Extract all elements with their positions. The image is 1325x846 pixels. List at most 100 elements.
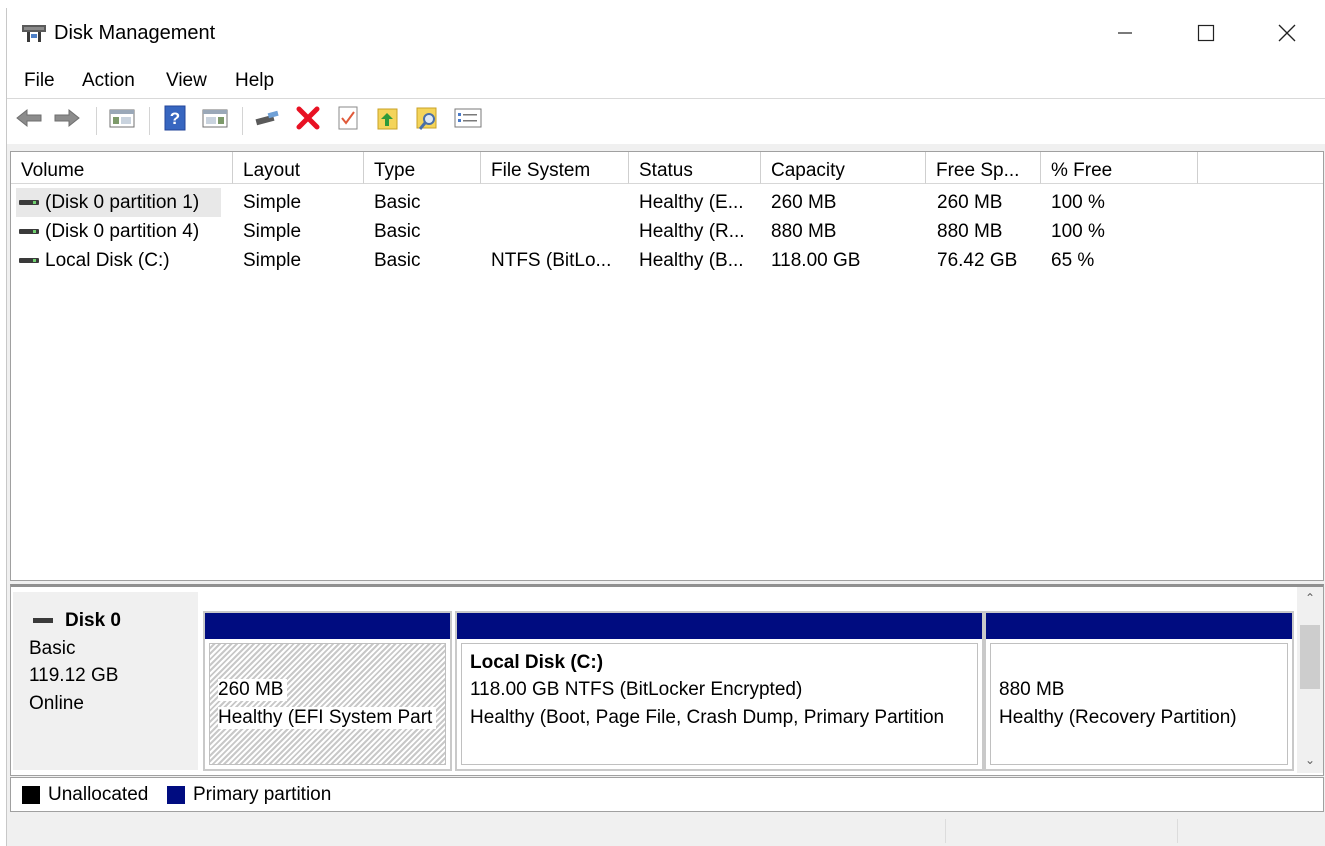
close-button[interactable] — [1251, 14, 1323, 56]
volume-list: Volume Layout Type File System Status Ca… — [10, 151, 1324, 581]
partition-body: 260 MB Healthy (EFI System Part — [209, 643, 446, 765]
partition-bar — [205, 613, 450, 639]
menu-action[interactable]: Action — [82, 70, 135, 92]
title-bar: Disk Management — [7, 8, 1325, 60]
column-header-file-system[interactable]: File System — [481, 152, 629, 184]
back-arrow-icon — [15, 107, 43, 134]
forward-arrow-icon — [53, 107, 81, 134]
legend-swatch-primary — [167, 786, 185, 804]
partition-size: 260 MB — [218, 679, 288, 701]
table-row[interactable]: (Disk 0 partition 4) Simple Basic Health… — [11, 217, 1311, 246]
export-list-button[interactable] — [374, 106, 402, 134]
column-header-empty — [1198, 152, 1323, 184]
cell-volume: Local Disk (C:) — [45, 250, 170, 271]
help-icon: ? — [164, 105, 186, 136]
cell-layout: Simple — [243, 221, 302, 242]
partition-efi[interactable]: 260 MB Healthy (EFI System Part — [203, 611, 452, 771]
disk-graphical-view: Disk 0 Basic 119.12 GB Online 260 MB Hea… — [10, 584, 1324, 776]
vertical-scrollbar[interactable]: ⌃ ⌄ — [1297, 587, 1323, 773]
cell-layout: Simple — [243, 250, 302, 271]
cell-capacity: 260 MB — [771, 192, 837, 213]
cell-percent-free: 100 % — [1051, 192, 1105, 213]
partition-name: Local Disk (C:) — [470, 652, 604, 673]
disk-management-app-icon — [21, 22, 47, 46]
menu-bar: File Action View Help — [7, 60, 1325, 99]
cell-free-space: 76.42 GB — [937, 250, 1018, 271]
action-pane-icon — [202, 107, 228, 134]
delete-button[interactable] — [294, 106, 322, 134]
table-row[interactable]: Local Disk (C:) Simple Basic NTFS (BitLo… — [11, 246, 1311, 275]
properties-button[interactable] — [334, 106, 362, 134]
delete-icon — [295, 105, 321, 136]
scroll-down-icon[interactable]: ⌄ — [1305, 753, 1315, 767]
menu-help[interactable]: Help — [235, 70, 274, 92]
partition-recovery[interactable]: 880 MB Healthy (Recovery Partition) — [984, 611, 1294, 771]
table-row[interactable]: (Disk 0 partition 1) Simple Basic Health… — [11, 188, 1311, 217]
svg-text:?: ? — [170, 109, 180, 128]
cell-type: Basic — [374, 221, 421, 242]
close-icon — [1278, 24, 1296, 47]
cell-status: Healthy (R... — [639, 221, 745, 242]
disk-state: Online — [29, 693, 84, 714]
console-tree-icon — [109, 107, 135, 134]
cell-file-system: NTFS (BitLo... — [491, 250, 612, 271]
maximize-button[interactable] — [1170, 14, 1242, 56]
cell-free-space: 880 MB — [937, 221, 1003, 242]
disk-drive-icon — [33, 618, 53, 623]
maximize-icon — [1197, 24, 1215, 47]
cell-capacity: 880 MB — [771, 221, 837, 242]
partition-size: 880 MB — [999, 679, 1065, 700]
partition-size: 118.00 GB NTFS (BitLocker Encrypted) — [470, 679, 803, 700]
column-header-free-space[interactable]: Free Sp... — [926, 152, 1041, 184]
disk-type: Basic — [29, 638, 76, 659]
cell-volume: (Disk 0 partition 1) — [45, 192, 200, 213]
toolbar: ? — [7, 99, 1325, 144]
export-list-icon — [376, 105, 400, 136]
scrollbar-thumb[interactable] — [1300, 625, 1320, 689]
show-hide-action-pane-button[interactable] — [201, 106, 229, 134]
partition-body: 880 MB Healthy (Recovery Partition) — [990, 643, 1288, 765]
cell-percent-free: 100 % — [1051, 221, 1105, 242]
partition-status: Healthy (EFI System Part — [218, 707, 437, 729]
help-button[interactable]: ? — [161, 105, 189, 136]
menu-file[interactable]: File — [24, 70, 55, 92]
partition-body: Local Disk (C:) 118.00 GB NTFS (BitLocke… — [461, 643, 978, 765]
scroll-up-icon[interactable]: ⌃ — [1305, 591, 1315, 605]
volume-drive-icon — [19, 200, 39, 205]
volume-drive-icon — [19, 229, 39, 234]
legend-label-primary: Primary partition — [193, 784, 332, 805]
disk-0-label[interactable]: Disk 0 Basic 119.12 GB Online — [13, 592, 198, 770]
rescan-disks-button[interactable] — [414, 106, 442, 134]
partition-status: Healthy (Boot, Page File, Crash Dump, Pr… — [470, 707, 945, 728]
column-header-capacity[interactable]: Capacity — [761, 152, 926, 184]
cell-capacity: 118.00 GB — [771, 250, 861, 271]
settings-list-button[interactable] — [454, 106, 482, 134]
cell-volume: (Disk 0 partition 4) — [45, 221, 200, 242]
cell-status: Healthy (B... — [639, 250, 744, 271]
partition-status: Healthy (Recovery Partition) — [999, 707, 1237, 728]
disk-management-window: Disk Management File Action View Help ? — [6, 8, 1325, 846]
partition-bar — [986, 613, 1292, 639]
partition-local-disk-c[interactable]: Local Disk (C:) 118.00 GB NTFS (BitLocke… — [455, 611, 984, 771]
forward-button[interactable] — [53, 106, 81, 134]
volume-drive-icon — [19, 258, 39, 263]
cell-status: Healthy (E... — [639, 192, 744, 213]
column-header-type[interactable]: Type — [364, 152, 481, 184]
legend-swatch-unallocated — [22, 786, 40, 804]
cell-type: Basic — [374, 192, 421, 213]
menu-view[interactable]: View — [166, 70, 207, 92]
partition-bar — [457, 613, 982, 639]
minimize-icon — [1117, 25, 1133, 46]
column-header-percent-free[interactable]: % Free — [1041, 152, 1198, 184]
connect-virtual-disk-button[interactable] — [254, 106, 282, 134]
window-title: Disk Management — [54, 22, 216, 44]
column-header-layout[interactable]: Layout — [233, 152, 364, 184]
show-hide-console-tree-button[interactable] — [108, 106, 136, 134]
rescan-icon — [415, 105, 441, 136]
cell-type: Basic — [374, 250, 421, 271]
disk-size: 119.12 GB — [29, 665, 119, 686]
back-button[interactable] — [15, 106, 43, 134]
minimize-button[interactable] — [1089, 14, 1161, 56]
column-header-volume[interactable]: Volume — [11, 152, 233, 184]
column-header-status[interactable]: Status — [629, 152, 761, 184]
